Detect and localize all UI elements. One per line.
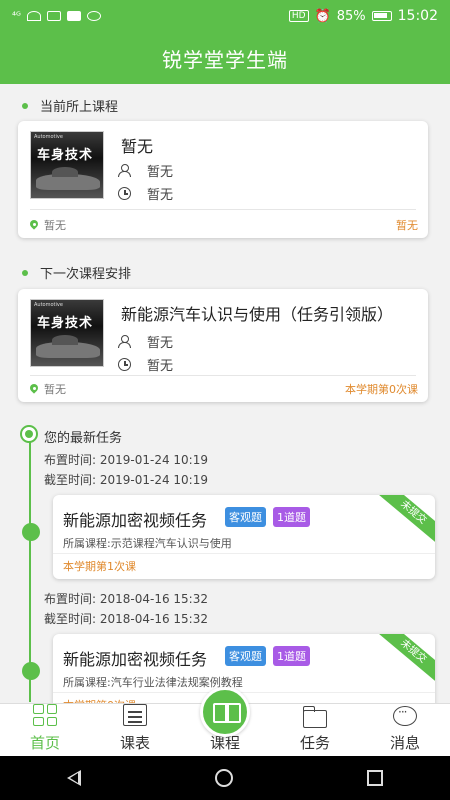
clock-icon xyxy=(118,358,131,371)
time-row: 暂无 xyxy=(118,355,173,374)
next-course-heading: 下一次课程安排 xyxy=(22,263,131,282)
next-course-card[interactable]: Automotive 车身技术 新能源汽车认识与使用（任务引领版） 暂无 暂无 … xyxy=(18,289,428,402)
nav-home[interactable]: 首页 xyxy=(0,704,90,756)
teacher-name: 暂无 xyxy=(147,165,174,180)
wifi-icon xyxy=(26,11,41,21)
current-course-heading-text: 当前所上课程 xyxy=(40,100,119,115)
thumb-caption: Automotive xyxy=(34,134,63,140)
task-title: 新能源加密视频任务 xyxy=(63,650,208,669)
clock-time: 15:02 xyxy=(397,8,438,24)
hd-badge: HD xyxy=(288,10,309,22)
car-image xyxy=(36,335,100,358)
tasks-heading: 您的最新任务 xyxy=(44,431,123,446)
teacher-icon xyxy=(118,335,131,348)
task-type-badge: 客观题 xyxy=(225,646,266,666)
current-course-heading: 当前所上课程 xyxy=(22,96,118,115)
nav-task-label: 任务 xyxy=(299,734,330,752)
status-ribbon: 未提交 xyxy=(375,495,435,547)
teacher-icon xyxy=(118,164,131,177)
app-title-bar: 锐学堂学生端 xyxy=(0,32,450,84)
nav-message[interactable]: 消息 xyxy=(360,704,450,756)
folder-icon xyxy=(302,706,327,728)
home-circle-icon[interactable] xyxy=(215,769,233,787)
card-footer: 暂无 本学期第0次课 xyxy=(30,381,418,397)
current-course-card[interactable]: Automotive 车身技术 暂无 暂无 暂无 暂无 暂无 xyxy=(18,121,428,238)
course-time: 暂无 xyxy=(147,359,174,374)
chat-bubble-icon xyxy=(393,705,417,726)
course-session: 本学期第0次课 xyxy=(345,383,418,396)
teacher-row: 暂无 xyxy=(118,332,173,351)
status-bar: ⁴ᴳ HD ⏰ 85% 15:02 xyxy=(0,0,450,32)
task-deadline: 截至时间: 2018-04-16 15:32 xyxy=(44,612,208,626)
book-icon[interactable] xyxy=(200,687,250,737)
system-nav-bar xyxy=(0,756,450,800)
divider xyxy=(30,209,416,210)
wechat-icon xyxy=(86,11,101,21)
home-grid-icon xyxy=(33,704,57,726)
task-session: 本学期第1次课 xyxy=(63,560,136,573)
thumb-title: 车身技术 xyxy=(37,316,94,331)
course-thumbnail: Automotive 车身技术 xyxy=(30,131,104,199)
task-assigned-time: 布置时间: 2019-01-24 10:19 xyxy=(44,453,208,467)
next-course-heading-text: 下一次课程安排 xyxy=(40,267,132,282)
divider xyxy=(30,375,416,376)
course-title: 暂无 xyxy=(121,137,154,156)
timeline-head-icon xyxy=(20,425,38,443)
task-title: 新能源加密视频任务 xyxy=(63,511,208,530)
clock-icon xyxy=(118,187,131,200)
task-card[interactable]: 新能源加密视频任务 客观题 1道题 所属课程:示范课程汽车认识与使用 本学期第1… xyxy=(53,495,435,579)
nav-schedule[interactable]: 课表 xyxy=(90,704,180,756)
card-footer: 暂无 暂无 xyxy=(30,217,418,233)
nav-message-label: 消息 xyxy=(389,734,420,752)
car-image xyxy=(36,167,100,190)
battery-icon xyxy=(371,11,392,21)
task-deadline: 截至时间: 2019-01-24 10:19 xyxy=(44,473,208,487)
task-assigned-time: 布置时间: 2018-04-16 15:32 xyxy=(44,592,208,606)
timeline-node xyxy=(22,662,40,680)
bullet-dot xyxy=(22,102,28,109)
bullet-dot xyxy=(22,269,28,276)
divider xyxy=(53,692,435,693)
timeline-node xyxy=(22,523,40,541)
alarm-icon: ⏰ xyxy=(314,8,331,24)
signal-icon: ⁴ᴳ xyxy=(12,10,21,22)
teacher-row: 暂无 xyxy=(118,161,173,180)
task-type-badge: 客观题 xyxy=(225,507,266,527)
location-pin-icon xyxy=(30,384,38,394)
recent-apps-icon[interactable] xyxy=(367,770,383,786)
course-thumbnail: Automotive 车身技术 xyxy=(30,299,104,367)
teacher-name: 暂无 xyxy=(147,336,174,351)
nav-schedule-label: 课表 xyxy=(119,734,150,752)
thumb-title: 车身技术 xyxy=(37,148,94,163)
task-count-badge: 1道题 xyxy=(273,646,310,666)
task-count-badge: 1道题 xyxy=(273,507,310,527)
thumb-caption: Automotive xyxy=(34,302,63,308)
nav-task[interactable]: 任务 xyxy=(270,704,360,756)
task-course: 所属课程:示范课程汽车认识与使用 xyxy=(63,537,232,550)
time-row: 暂无 xyxy=(118,184,173,203)
app-notification-icon xyxy=(66,11,81,21)
battery-percent: 85% xyxy=(336,8,366,24)
location-pin-icon xyxy=(30,220,38,230)
nav-home-label: 首页 xyxy=(29,734,60,752)
course-session: 暂无 xyxy=(396,219,418,232)
status-ribbon: 未提交 xyxy=(375,634,435,686)
course-time: 暂无 xyxy=(147,188,174,203)
course-location: 暂无 xyxy=(44,219,66,232)
notification-icon xyxy=(46,11,61,21)
back-icon[interactable] xyxy=(67,770,81,786)
course-location: 暂无 xyxy=(44,383,66,396)
divider xyxy=(53,553,435,554)
schedule-icon xyxy=(123,704,147,726)
app-title: 锐学堂学生端 xyxy=(162,47,288,72)
course-title: 新能源汽车认识与使用（任务引领版） xyxy=(121,305,394,324)
